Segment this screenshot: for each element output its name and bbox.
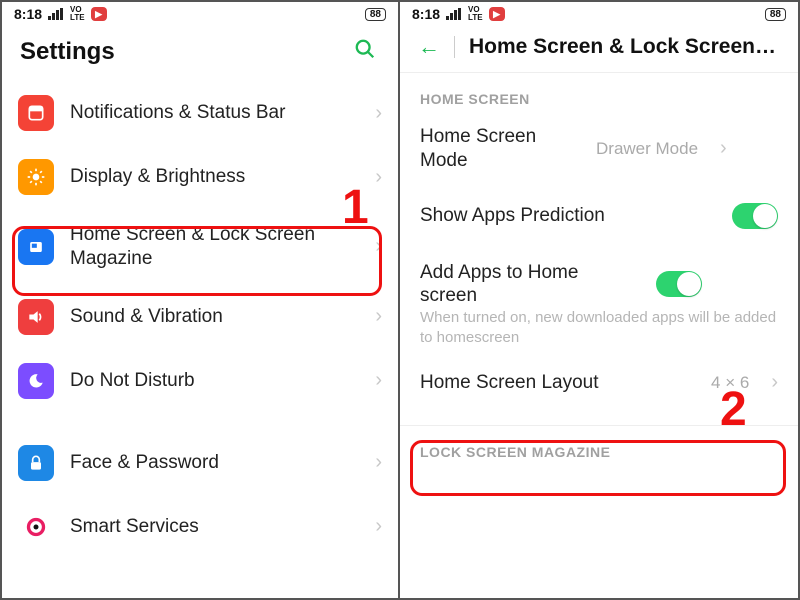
chevron-right-icon: › [375, 305, 382, 328]
section-lockscreen-magazine: LOCK SCREEN MAGAZINE [400, 428, 798, 466]
header-divider [454, 36, 455, 58]
row-label: Smart Services [70, 515, 359, 539]
row-add-apps-home[interactable]: Add Apps to Home screen [400, 247, 798, 315]
app-badge-icon: ▶ [91, 7, 107, 21]
sound-icon [18, 299, 54, 335]
signal-icon [48, 8, 64, 20]
battery-icon: 88 [765, 8, 786, 21]
smart-icon [18, 509, 54, 545]
chevron-right-icon: › [375, 451, 382, 474]
settings-item-homescreen[interactable]: Home Screen & Lock Screen Magazine › [2, 209, 398, 285]
row-value: Drawer Mode [596, 139, 698, 159]
section-home-screen: HOME SCREEN [400, 75, 798, 113]
row-label: Notifications & Status Bar [70, 101, 359, 125]
page-title: Settings [20, 38, 336, 66]
row-label: Sound & Vibration [70, 305, 359, 329]
divider [400, 425, 798, 426]
row-label: Home Screen Mode [420, 125, 580, 173]
chevron-right-icon: › [771, 371, 778, 394]
row-label: Show Apps Prediction [420, 204, 716, 228]
chevron-right-icon: › [375, 235, 382, 258]
volte-icon: VOLTE [70, 6, 85, 22]
dnd-icon [18, 363, 54, 399]
chevron-right-icon: › [720, 137, 727, 160]
search-icon [354, 38, 376, 60]
signal-icon [446, 8, 462, 20]
row-subtext: When turned on, new downloaded apps will… [400, 308, 798, 353]
settings-item-notifications[interactable]: Notifications & Status Bar › [2, 81, 398, 145]
clock: 8:18 [14, 6, 42, 22]
row-home-screen-layout[interactable]: Home Screen Layout 4 × 6 › [400, 353, 798, 413]
divider [400, 72, 798, 73]
row-label: Add Apps to Home screen [420, 261, 640, 309]
brightness-icon [18, 159, 54, 195]
settings-item-sound[interactable]: Sound & Vibration › [2, 285, 398, 349]
app-badge-icon: ▶ [489, 7, 505, 21]
row-label: Home Screen Layout [420, 371, 695, 395]
chevron-right-icon: › [375, 166, 382, 189]
lock-icon [18, 445, 54, 481]
row-label: Display & Brightness [70, 165, 359, 189]
settings-screen: 8:18 VOLTE ▶ 88 Settings Notifications &… [2, 2, 400, 598]
homescreen-icon [18, 229, 54, 265]
clock: 8:18 [412, 6, 440, 22]
settings-item-dnd[interactable]: Do Not Disturb › [2, 349, 398, 413]
row-value: 4 × 6 [711, 373, 749, 393]
chevron-right-icon: › [375, 369, 382, 392]
row-home-screen-mode[interactable]: Home Screen Mode Drawer Mode › [400, 113, 798, 185]
homescreen-settings-screen: 8:18 VOLTE ▶ 88 ← Home Screen & Lock Scr… [400, 2, 798, 598]
chevron-right-icon: › [375, 515, 382, 538]
row-show-apps-prediction[interactable]: Show Apps Prediction [400, 185, 798, 247]
settings-item-smart-services[interactable]: Smart Services › [2, 495, 398, 559]
page-title: Home Screen & Lock Screen… [469, 35, 780, 59]
battery-icon: 88 [365, 8, 386, 21]
settings-item-face-password[interactable]: Face & Password › [2, 431, 398, 495]
status-bar: 8:18 VOLTE ▶ 88 [2, 2, 398, 24]
search-button[interactable] [350, 34, 380, 69]
detail-header: ← Home Screen & Lock Screen… [400, 24, 798, 72]
settings-item-display[interactable]: Display & Brightness › [2, 145, 398, 209]
chevron-right-icon: › [375, 102, 382, 125]
back-button[interactable]: ← [418, 34, 440, 60]
notifications-icon [18, 95, 54, 131]
row-label: Home Screen & Lock Screen Magazine [70, 223, 359, 271]
row-label: Do Not Disturb [70, 369, 359, 393]
settings-header: Settings [2, 24, 398, 81]
row-label: Face & Password [70, 451, 359, 475]
toggle-show-apps-prediction[interactable] [732, 203, 778, 229]
toggle-add-apps-home[interactable] [656, 271, 702, 297]
arrow-left-icon: ← [418, 34, 440, 59]
status-bar: 8:18 VOLTE ▶ 88 [400, 2, 798, 24]
volte-icon: VOLTE [468, 6, 483, 22]
